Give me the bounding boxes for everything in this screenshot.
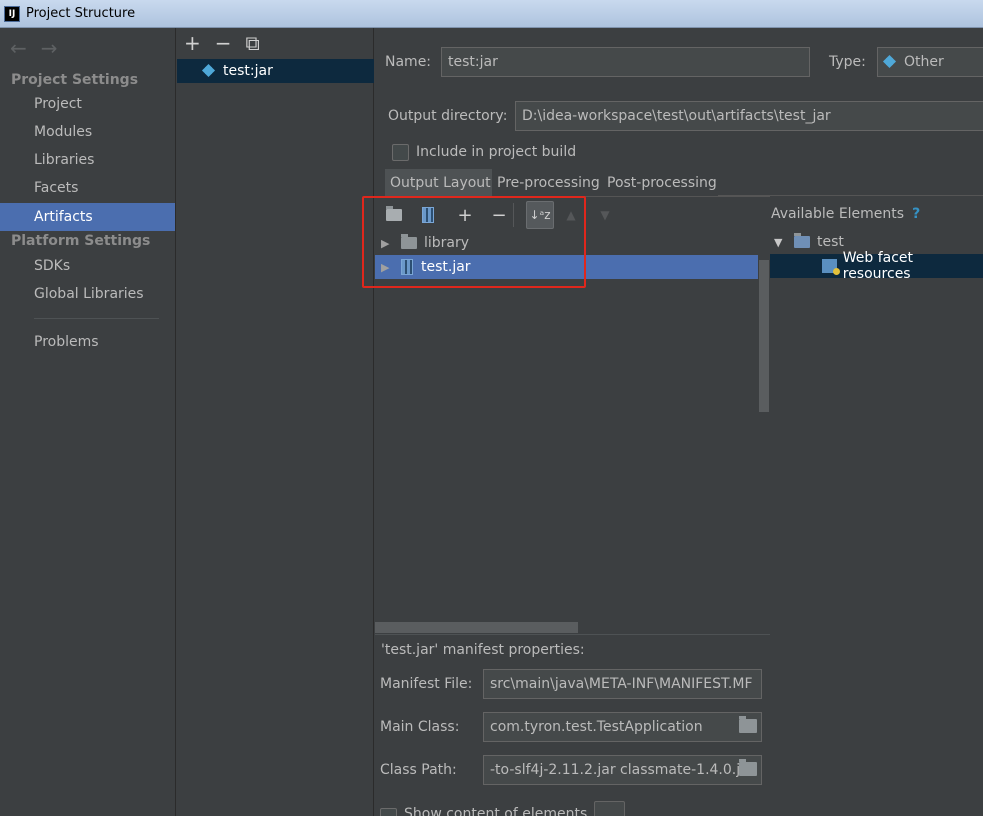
include-in-build-checkbox[interactable] [392, 144, 409, 161]
type-dropdown[interactable]: Other [877, 47, 983, 77]
manifest-file-field[interactable]: src\main\java\META-INF\MANIFEST.MF [483, 669, 762, 699]
sidebar-item-sdks[interactable]: SDKs [0, 252, 175, 280]
forward-arrow-icon[interactable]: → [41, 36, 58, 60]
artifact-item-label: test:jar [223, 63, 273, 79]
sidebar-item-problems[interactable]: Problems [0, 328, 175, 356]
manifest-file-label: Manifest File: [380, 676, 473, 692]
settings-sidebar: ← → Project Settings Project Modules Lib… [0, 28, 176, 816]
sidebar-item-project[interactable]: Project [0, 90, 175, 118]
layout-horizontal-scrollbar[interactable] [375, 622, 578, 633]
layout-bottom-divider [375, 634, 770, 635]
name-field[interactable]: test:jar [441, 47, 810, 77]
tab-pre-processing[interactable]: Pre-processing [492, 169, 605, 196]
back-arrow-icon[interactable]: ← [10, 36, 27, 60]
available-tree-row-web-facet[interactable]: Web facet resources [770, 250, 983, 282]
module-folder-icon [794, 233, 810, 248]
output-directory-label: Output directory: [388, 108, 508, 124]
artifact-list-panel: + − ⧉ test:jar [176, 28, 374, 816]
add-artifact-icon[interactable]: + [184, 32, 201, 54]
artifact-list-item[interactable]: test:jar [177, 59, 374, 83]
main-class-field[interactable]: com.tyron.test.TestApplication [483, 712, 762, 742]
sidebar-divider [34, 318, 159, 319]
class-path-field[interactable]: -to-slf4j-2.11.2.jar classmate-1.4.0.jar [483, 755, 762, 785]
browse-folder-icon[interactable] [739, 759, 757, 776]
show-content-label: Show content of elements [404, 806, 588, 816]
sidebar-item-global-libraries[interactable]: Global Libraries [0, 280, 175, 308]
remove-artifact-icon[interactable]: − [215, 32, 232, 54]
project-settings-heading: Project Settings [11, 72, 139, 88]
manifest-properties-heading: 'test.jar' manifest properties: [381, 642, 585, 658]
sidebar-item-artifacts[interactable]: Artifacts [0, 203, 175, 231]
sidebar-item-libraries[interactable]: Libraries [0, 146, 175, 174]
class-path-value: -to-slf4j-2.11.2.jar classmate-1.4.0.jar [490, 762, 755, 778]
type-label: Type: [829, 54, 866, 70]
platform-settings-heading: Platform Settings [11, 233, 151, 249]
class-path-label: Class Path: [380, 762, 457, 778]
help-icon[interactable]: ? [912, 206, 920, 222]
window-title-bar: IJ Project Structure [0, 0, 983, 28]
browse-folder-icon[interactable] [739, 716, 757, 733]
available-elements-heading: Available Elements? [771, 206, 920, 222]
web-facet-icon [822, 259, 840, 275]
available-elements-title: Available Elements [771, 206, 905, 222]
include-in-build-label: Include in project build [416, 144, 577, 160]
tab-output-layout[interactable]: Output Layout [385, 169, 496, 196]
expanded-arrow-icon[interactable]: ▼ [774, 236, 794, 249]
highlight-annotation-box [362, 196, 586, 288]
window-title: Project Structure [26, 6, 136, 21]
available-row-label: Web facet resources [842, 250, 914, 282]
intellij-app-icon: IJ [4, 5, 20, 22]
navigation-arrows: ← → [10, 36, 58, 60]
main-class-label: Main Class: [380, 719, 460, 735]
layout-vertical-scrollbar[interactable] [759, 260, 769, 412]
artifact-list-toolbar: + − ⧉ [184, 32, 260, 54]
sidebar-item-facets[interactable]: Facets [0, 174, 175, 202]
name-label: Name: [385, 54, 432, 70]
copy-artifact-icon[interactable]: ⧉ [246, 32, 260, 54]
show-content-options-button[interactable] [594, 801, 625, 816]
artifact-diamond-icon [201, 63, 216, 78]
move-down-icon[interactable]: ▼ [588, 200, 622, 230]
main-class-value: com.tyron.test.TestApplication [490, 719, 703, 735]
tab-post-processing[interactable]: Post-processing [602, 169, 722, 196]
show-content-checkbox[interactable] [380, 808, 397, 816]
available-row-label: test [817, 234, 844, 250]
type-value: Other [904, 54, 944, 70]
output-directory-field[interactable]: D:\idea-workspace\test\out\artifacts\tes… [515, 101, 983, 131]
other-type-diamond-icon [882, 54, 897, 69]
sidebar-item-modules[interactable]: Modules [0, 118, 175, 146]
